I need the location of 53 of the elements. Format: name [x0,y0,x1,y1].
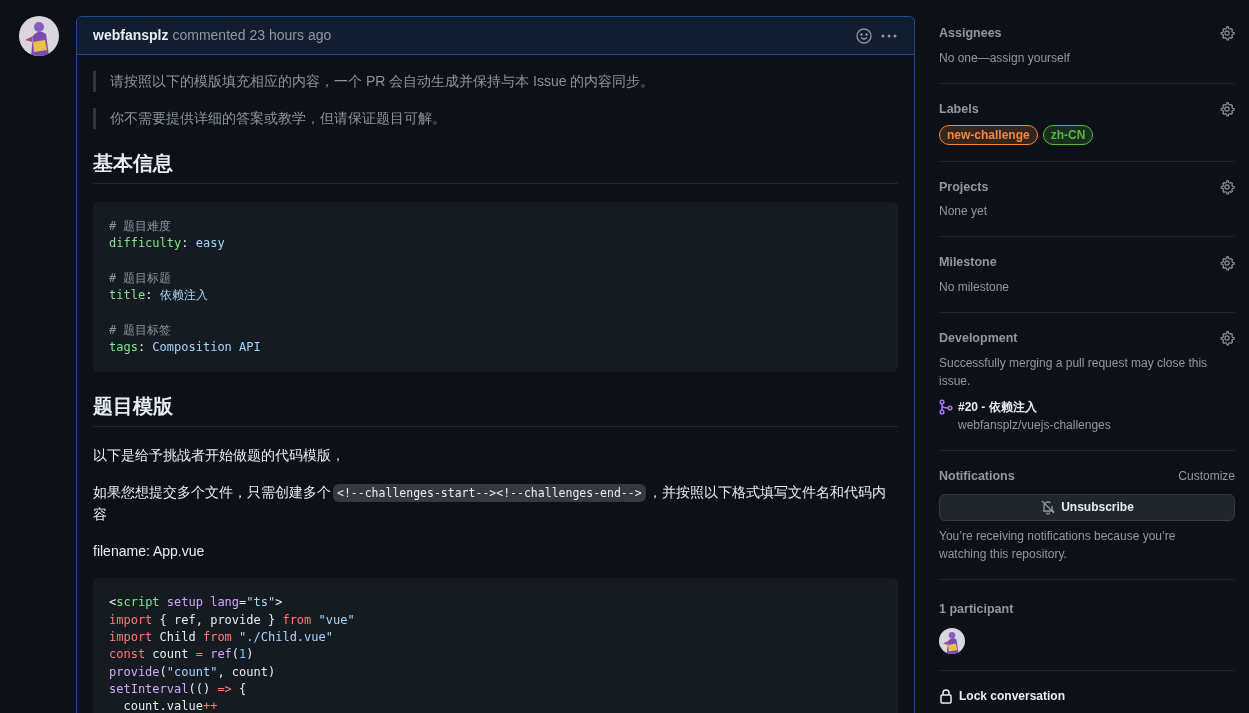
settings-icon[interactable] [1219,25,1235,42]
paragraph: 以下是给予挑战者开始做题的代码模版， [93,446,346,466]
settings-icon[interactable] [1219,330,1235,347]
author-link[interactable]: webfansplz [93,25,169,46]
code-line: import { ref, provide } from "vue" [109,611,355,629]
comment-time: commented 23 hours ago [172,26,332,45]
code-line: setInterval(() => { [109,680,247,698]
pull-request-link[interactable]: #20 - 依赖注入 [958,397,1111,416]
code-line: difficulty: easy [109,235,225,253]
section-title: Labels [939,100,979,118]
code-line: title: 依赖注入 [109,287,208,305]
code-line: # 题目难度 [109,218,172,235]
emoji-icon[interactable] [856,27,872,44]
pull-request-icon [939,398,953,415]
lock-icon [939,687,953,704]
code-line: tags: Composition API [109,339,261,357]
quote-text: 请按照以下的模版填充相应的内容，一个 PR 会自动生成并保持与本 Issue 的内容同步。 [110,72,656,91]
quote-text: 你不需要提供详细的答案或教学，但请保证题目可解。 [110,109,447,128]
label-tag[interactable]: zh-CN [1042,124,1094,145]
label-tag[interactable]: new-challenge [939,124,1038,145]
section-heading: 基本信息 [93,151,174,176]
section-title: Milestone [939,254,997,272]
section-title: Assignees [939,25,1002,42]
code-line: import Child from "./Child.vue" [109,628,333,646]
code-line: const count = ref(1) [109,646,254,664]
section-value: Successfully merging a pull request may close this issue. [939,354,1209,390]
section-title: Development [939,330,1018,347]
section-heading: 题目模版 [93,394,174,420]
participant-avatar [939,627,965,654]
unsubscribe-button[interactable]: Unsubscribe [939,493,1235,521]
paragraph: filename: App.vue [93,542,206,562]
section-title: 1 participant [939,601,1014,616]
user-avatar [19,16,59,56]
section-value: No one—assign yourself [939,49,1071,67]
repository-name: webfansplz/vuejs-challenges [958,416,1111,434]
section-value: No milestone [939,279,1011,296]
code-line: # 题目标签 [109,321,172,339]
code-line: # 题目标题 [109,269,172,287]
code-line: count.value++ [122,698,218,713]
section-title: Notifications [939,467,1015,485]
bell-slash-icon [1040,499,1057,515]
paragraph: 如果您想提交多个文件，只需创建多个 <!--challenges-start--><!--challenges-end--> ，并按照以下格式填写文件名和代码内容 [93,483,887,525]
settings-icon[interactable] [1219,101,1235,118]
section-value: You’re receiving notifications because you’re watching this repository. [939,527,1177,563]
settings-icon[interactable] [1219,178,1235,195]
section-value: None yet [939,203,989,221]
more-icon[interactable] [880,32,898,39]
settings-icon[interactable] [1219,254,1235,271]
lock-conversation-link[interactable]: Lock conversation [959,686,1066,705]
customize-link[interactable]: Customize [1178,467,1235,486]
section-title: Projects [939,178,989,196]
code-line: <script setup lang="ts"> [109,594,283,612]
code-line: provide("count", count) [109,663,276,681]
